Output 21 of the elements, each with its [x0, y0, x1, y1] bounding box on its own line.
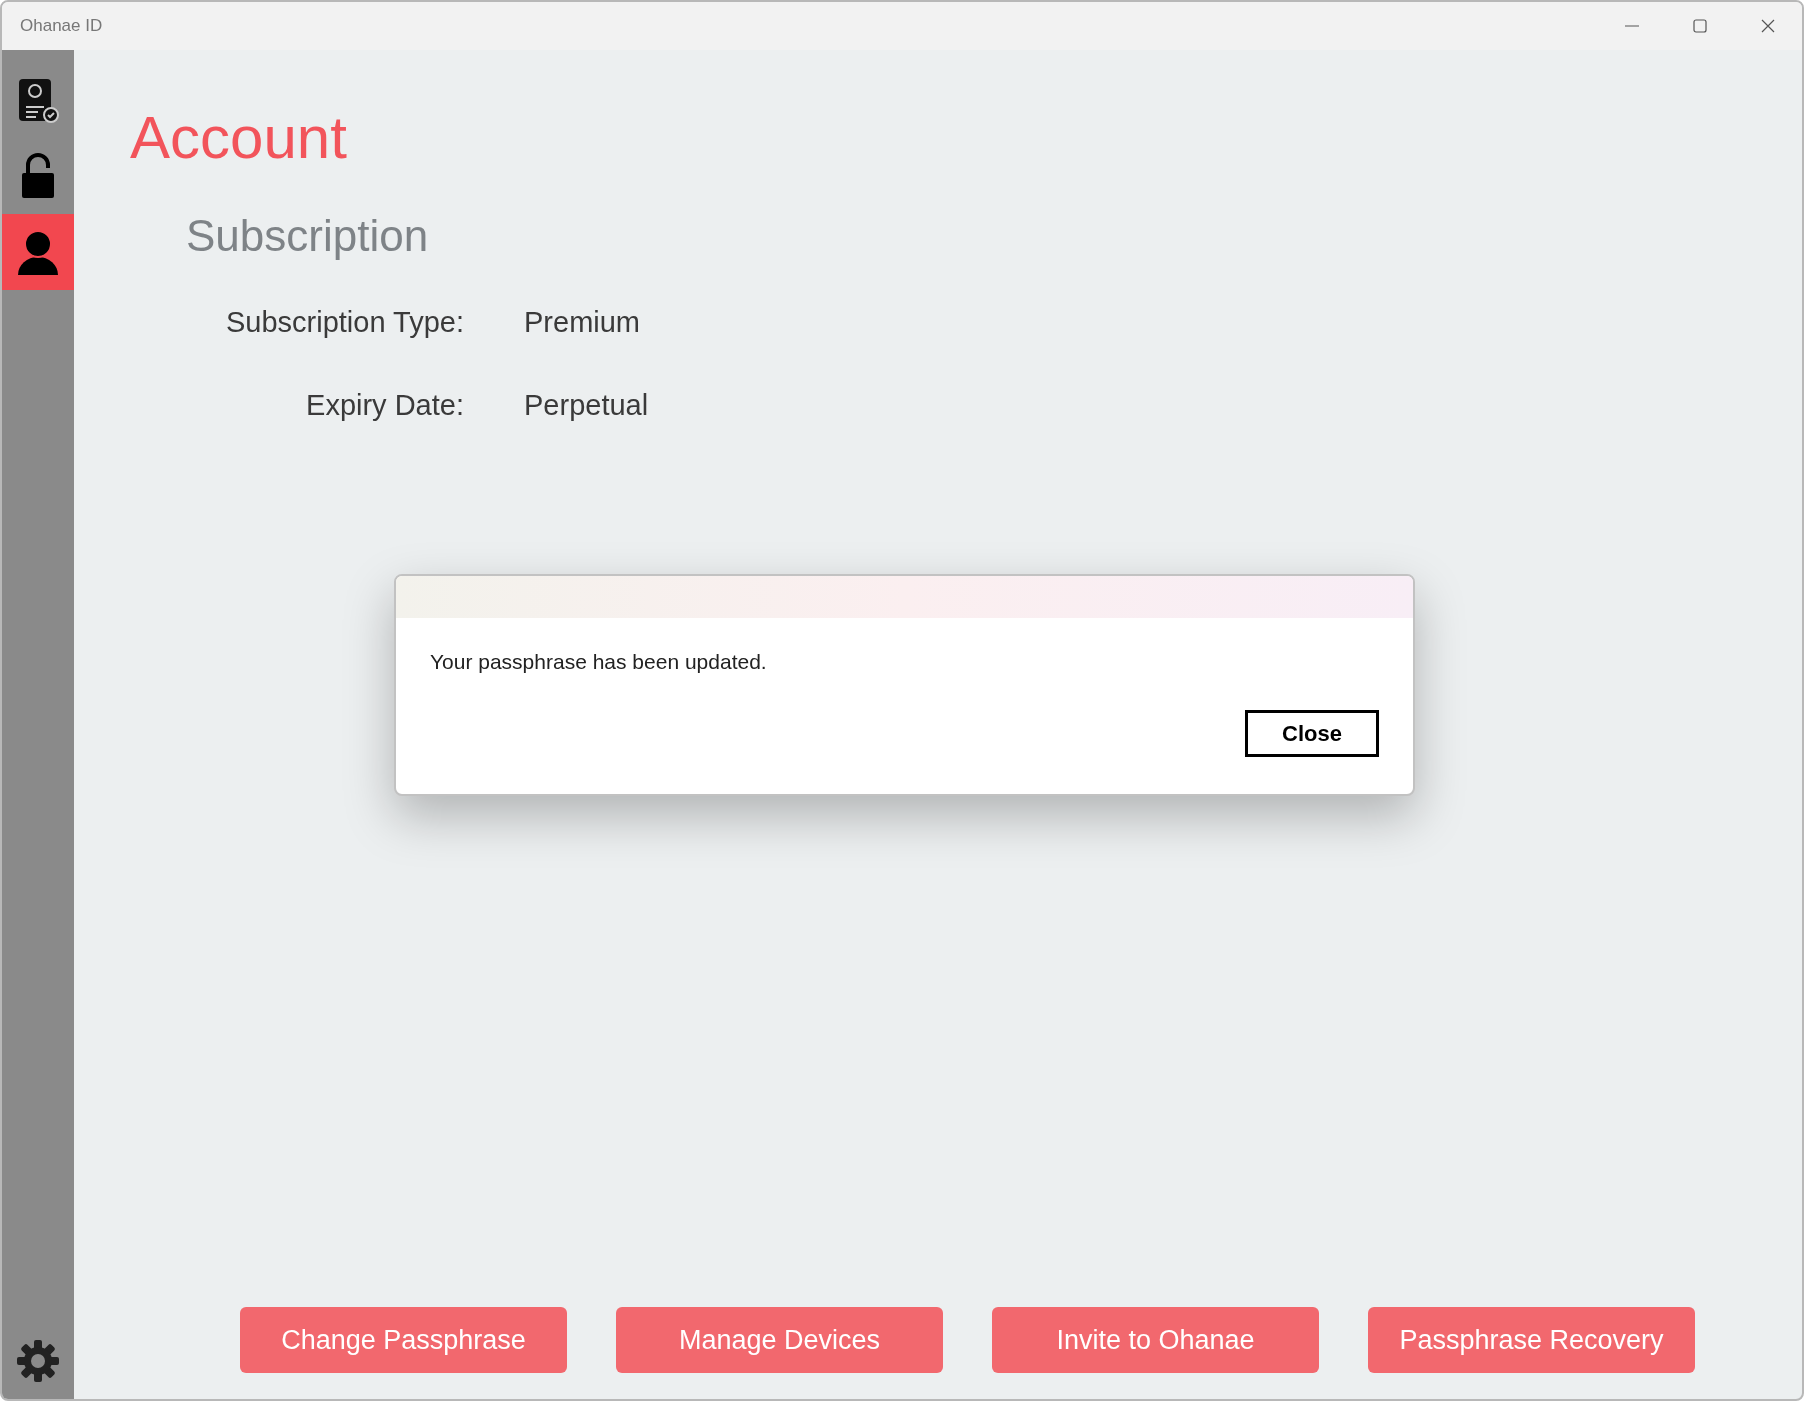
padlock-icon: [21, 153, 55, 199]
action-button[interactable]: Passphrase Recovery: [1368, 1307, 1695, 1373]
maximize-icon: [1692, 18, 1708, 34]
page-title: Account: [130, 108, 347, 168]
field-value: Perpetual: [524, 389, 650, 422]
field-label: Expiry Date:: [305, 389, 464, 422]
minimize-icon: [1624, 25, 1640, 27]
settings-icon: [16, 1339, 60, 1383]
section-heading: Subscription: [186, 214, 429, 258]
field-label: Subscription Type:: [224, 306, 464, 339]
field-value: Premium: [524, 306, 641, 339]
action-button[interactable]: Manage Devices: [616, 1307, 943, 1373]
id-card-icon: [17, 77, 59, 123]
action-button[interactable]: Change Passphrase: [240, 1307, 567, 1373]
person-icon: [16, 229, 60, 275]
sidebar-item[interactable]: [2, 214, 74, 290]
close-button[interactable]: Close: [1245, 710, 1379, 757]
window-title: Ohanae ID: [20, 16, 104, 36]
close-icon: [1760, 18, 1776, 34]
dialog-message: Your passphrase has been updated.: [430, 650, 767, 674]
action-button[interactable]: Invite to Ohanae: [992, 1307, 1319, 1373]
